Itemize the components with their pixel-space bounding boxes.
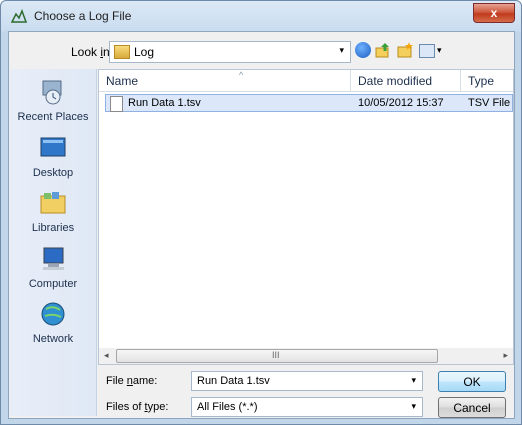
column-header-name[interactable]: Name ^ xyxy=(99,70,351,92)
place-label: Network xyxy=(32,333,74,345)
libraries-icon xyxy=(40,192,66,214)
file-name-input[interactable]: Run Data 1.tsv ▾ xyxy=(191,371,423,391)
column-header-date-label: Date modified xyxy=(358,74,433,88)
file-name-label: File name: xyxy=(106,375,158,387)
look-in-dropdown[interactable]: Log ▾ xyxy=(109,41,351,63)
place-network[interactable]: Network xyxy=(10,301,96,345)
sort-ascending-icon: ^ xyxy=(239,70,244,80)
dialog-client: Look in: Log ▾ ▾ Recent Places xyxy=(8,31,515,419)
files-of-type-label: Files of type: xyxy=(106,401,169,413)
file-name-value: Run Data 1.tsv xyxy=(197,375,270,387)
chevron-down-icon: ▾ xyxy=(411,401,416,411)
files-of-type-dropdown[interactable]: All Files (*.*) ▾ xyxy=(191,397,423,417)
place-label: Computer xyxy=(28,278,78,290)
place-desktop[interactable]: Desktop xyxy=(10,135,96,179)
app-icon xyxy=(11,9,27,23)
places-bar: Recent Places Desktop Libraries Computer… xyxy=(10,69,97,416)
file-list[interactable]: Name ^ Date modified Type Run Data 1.tsv… xyxy=(98,69,514,351)
file-date: 10/05/2012 15:37 xyxy=(358,97,444,109)
scrollbar-thumb[interactable]: III xyxy=(116,349,438,363)
column-header-type[interactable]: Type xyxy=(461,70,513,92)
recent-places-icon xyxy=(42,80,62,105)
column-header-type-label: Type xyxy=(468,74,495,88)
title-bar[interactable]: Choose a Log File x xyxy=(1,1,521,31)
desktop-icon xyxy=(40,137,66,157)
place-computer[interactable]: Computer xyxy=(10,246,96,290)
column-header-name-label: Name xyxy=(106,74,139,88)
cancel-button[interactable]: Cancel xyxy=(438,397,506,418)
place-label: Recent Places xyxy=(17,111,89,123)
back-icon[interactable] xyxy=(355,42,371,58)
close-button[interactable]: x xyxy=(473,3,515,23)
file-icon xyxy=(110,96,123,112)
chevron-down-icon[interactable]: ▾ xyxy=(411,375,416,386)
up-folder-icon[interactable] xyxy=(375,42,391,58)
place-label: Desktop xyxy=(32,167,74,179)
file-row[interactable]: Run Data 1.tsv 10/05/2012 15:37 TSV File xyxy=(105,94,513,112)
horizontal-scrollbar[interactable]: ◂ III ▸ xyxy=(98,348,514,365)
place-libraries[interactable]: Libraries xyxy=(10,190,96,234)
folder-icon xyxy=(114,45,130,59)
files-of-type-value: All Files (*.*) xyxy=(197,401,258,413)
file-name: Run Data 1.tsv xyxy=(128,97,201,109)
views-chevron-down-icon[interactable]: ▾ xyxy=(437,45,453,61)
ok-button[interactable]: OK xyxy=(438,371,506,392)
scrollbar-grip: III xyxy=(272,350,280,360)
scroll-left-icon[interactable]: ◂ xyxy=(104,350,109,361)
column-header-date[interactable]: Date modified xyxy=(351,70,461,92)
chevron-down-icon: ▾ xyxy=(339,45,344,55)
scroll-right-icon[interactable]: ▸ xyxy=(503,350,508,361)
network-icon xyxy=(41,302,65,326)
dialog-window: Choose a Log File x Look in: Log ▾ ▾ xyxy=(0,0,522,425)
computer-icon xyxy=(43,247,64,270)
place-recent-places[interactable]: Recent Places xyxy=(10,79,96,123)
window-title: Choose a Log File xyxy=(34,9,132,23)
look-in-value: Log xyxy=(134,45,155,59)
look-in-label: Look in: xyxy=(71,45,113,59)
new-folder-icon[interactable] xyxy=(397,42,413,58)
views-menu-icon[interactable] xyxy=(419,44,435,58)
file-type: TSV File xyxy=(468,97,511,109)
place-label: Libraries xyxy=(31,222,75,234)
